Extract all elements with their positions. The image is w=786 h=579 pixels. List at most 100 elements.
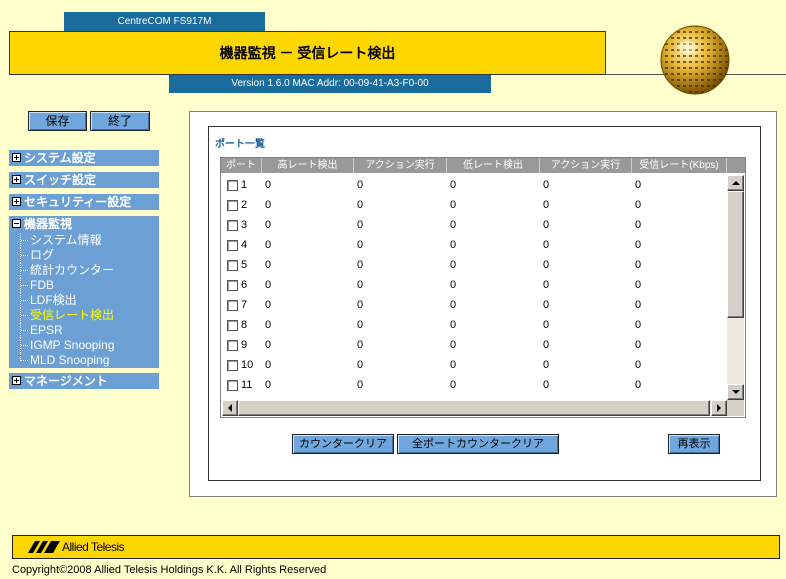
- exit-button[interactable]: 終了: [90, 111, 150, 131]
- low-rate-detect-cell: 0: [450, 199, 457, 211]
- port-cell: 10: [221, 355, 262, 375]
- sidebar-item-label: マネージメント: [24, 374, 108, 388]
- rx-rate-cell: 0: [635, 339, 642, 351]
- scroll-left-button[interactable]: [222, 400, 238, 416]
- sidebar-subitem-ldf-detection[interactable]: LDF検出: [9, 293, 159, 308]
- rx-rate-cell: 0: [635, 279, 642, 291]
- horizontal-scrollbar[interactable]: [222, 400, 727, 416]
- sidebar-item-switch-settings[interactable]: スイッチ設定: [9, 172, 159, 188]
- port-checkbox[interactable]: [227, 240, 238, 251]
- high-rate-detect-cell: 0: [265, 379, 272, 391]
- horizontal-scroll-thumb[interactable]: [238, 400, 710, 416]
- section-title: ポート一覧: [215, 139, 265, 150]
- scroll-down-button[interactable]: [727, 384, 744, 400]
- sidebar-item-system-settings[interactable]: システム設定: [9, 150, 159, 166]
- table-row: 3 0 0 0 0 0: [221, 215, 727, 235]
- sidebar-item-security-settings[interactable]: セキュリティー設定: [9, 194, 159, 210]
- sidebar-subitem-fdb[interactable]: FDB: [9, 278, 159, 293]
- port-number: 9: [241, 339, 248, 351]
- sidebar-subitem-system-info[interactable]: システム情報: [9, 233, 159, 248]
- low-action-cell: 0: [543, 199, 550, 211]
- port-checkbox[interactable]: [227, 300, 238, 311]
- refresh-button[interactable]: 再表示: [668, 434, 720, 454]
- high-rate-detect-cell: 0: [265, 319, 272, 331]
- sidebar-subitem-log[interactable]: ログ: [9, 248, 159, 263]
- globe-icon: [658, 23, 732, 97]
- high-rate-detect-cell: 0: [265, 279, 272, 291]
- logo-text: Allied Telesis: [62, 540, 125, 554]
- port-number: 1: [241, 179, 248, 191]
- vertical-scrollbar[interactable]: [727, 175, 744, 400]
- minus-box-icon[interactable]: [12, 219, 21, 228]
- monitoring-submenu: システム情報 ログ 統計カウンター FDB LDF検出 受信レート検出 EPSR…: [9, 233, 159, 368]
- column-header-low-action: アクション実行: [540, 158, 632, 173]
- scroll-right-button[interactable]: [711, 400, 727, 416]
- port-checkbox[interactable]: [227, 200, 238, 211]
- rx-rate-cell: 0: [635, 379, 642, 391]
- plus-box-icon[interactable]: [12, 153, 21, 162]
- high-rate-detect-cell: 0: [265, 219, 272, 231]
- sidebar-menu-switch-settings: スイッチ設定: [9, 172, 159, 188]
- high-action-cell: 0: [357, 219, 364, 231]
- high-action-cell: 0: [357, 179, 364, 191]
- arrow-down-icon: [731, 390, 740, 394]
- save-button[interactable]: 保存: [28, 111, 87, 131]
- port-cell: 9: [221, 335, 262, 355]
- counter-clear-button[interactable]: カウンタークリア: [292, 434, 394, 454]
- sidebar-item-label: システム設定: [24, 151, 96, 165]
- port-cell: 7: [221, 295, 262, 315]
- arrow-right-icon: [717, 404, 721, 412]
- port-cell: 1: [221, 175, 262, 195]
- port-checkbox[interactable]: [227, 280, 238, 291]
- low-action-cell: 0: [543, 179, 550, 191]
- page-title: 機器監視 － 受信レート検出: [9, 31, 606, 75]
- sidebar-subitem-epsr[interactable]: EPSR: [9, 323, 159, 338]
- column-header-high-action: アクション実行: [354, 158, 447, 173]
- port-checkbox[interactable]: [227, 320, 238, 331]
- product-tab: CentreCOM FS917M: [64, 12, 265, 31]
- table-row: 2 0 0 0 0 0: [221, 195, 727, 215]
- high-action-cell: 0: [357, 239, 364, 251]
- high-rate-detect-cell: 0: [265, 339, 272, 351]
- sidebar-item-label: スイッチ設定: [24, 173, 97, 187]
- table-row: 8 0 0 0 0 0: [221, 315, 727, 335]
- high-rate-detect-cell: 0: [265, 199, 272, 211]
- sidebar-item-management[interactable]: マネージメント: [9, 373, 159, 389]
- sidebar-subitem-igmp-snooping[interactable]: IGMP Snooping: [9, 338, 159, 353]
- table-body[interactable]: 1 0 0 0 0 0 2 0 0 0 0 0 3 0 0 0 0 0 4 0 …: [221, 175, 727, 400]
- sidebar-menu-system-settings: システム設定: [9, 150, 159, 166]
- sidebar-subitem-statistics-counter[interactable]: 統計カウンター: [9, 263, 159, 278]
- port-checkbox[interactable]: [227, 360, 238, 371]
- port-checkbox[interactable]: [227, 260, 238, 271]
- port-cell: 6: [221, 275, 262, 295]
- low-rate-detect-cell: 0: [450, 339, 457, 351]
- port-number: 3: [241, 219, 248, 231]
- high-action-cell: 0: [357, 299, 364, 311]
- port-checkbox[interactable]: [227, 380, 238, 391]
- sidebar-menu-monitoring: 機器監視 システム情報 ログ 統計カウンター FDB LDF検出 受信レート検出…: [9, 216, 159, 368]
- low-rate-detect-cell: 0: [450, 279, 457, 291]
- vertical-scroll-thumb[interactable]: [727, 191, 744, 318]
- port-cell: 2: [221, 195, 262, 215]
- sidebar-subitem-rx-rate-detection[interactable]: 受信レート検出: [9, 308, 159, 323]
- port-table: ポート 高レート検出 アクション実行 低レート検出 アクション実行 受信レート(…: [220, 157, 746, 418]
- sidebar-item-monitoring[interactable]: 機器監視: [9, 216, 159, 232]
- low-action-cell: 0: [543, 219, 550, 231]
- plus-box-icon[interactable]: [12, 376, 21, 385]
- port-cell: 11: [221, 375, 262, 395]
- plus-box-icon[interactable]: [12, 175, 21, 184]
- column-header-low-rate-detect: 低レート検出: [447, 158, 540, 173]
- clear-all-counters-button[interactable]: 全ポートカウンタークリア: [397, 434, 559, 454]
- port-number: 8: [241, 319, 248, 331]
- port-checkbox[interactable]: [227, 220, 238, 231]
- plus-box-icon[interactable]: [12, 197, 21, 206]
- sidebar-item-label: セキュリティー設定: [24, 195, 132, 209]
- scrollbar-corner: [727, 400, 744, 416]
- scroll-up-button[interactable]: [727, 175, 744, 191]
- low-rate-detect-cell: 0: [450, 359, 457, 371]
- column-header-high-rate-detect: 高レート検出: [262, 158, 354, 173]
- port-checkbox[interactable]: [227, 180, 238, 191]
- sidebar-subitem-mld-snooping[interactable]: MLD Snooping: [9, 353, 159, 368]
- rx-rate-cell: 0: [635, 299, 642, 311]
- port-checkbox[interactable]: [227, 340, 238, 351]
